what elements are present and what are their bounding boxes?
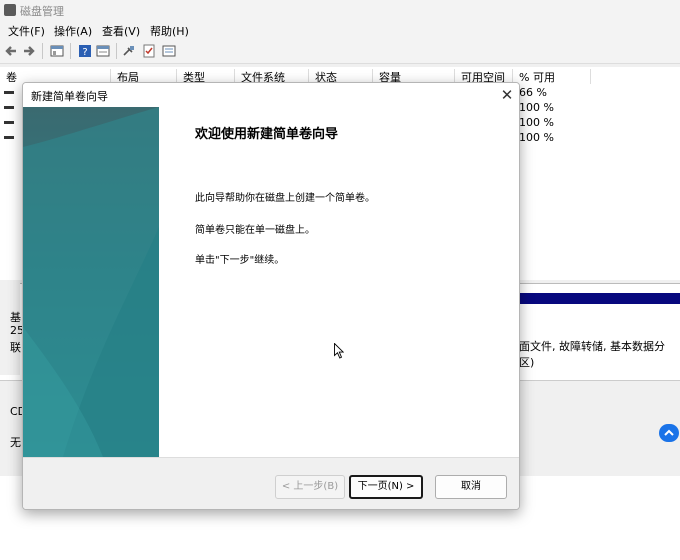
- checklist-icon[interactable]: [142, 44, 156, 58]
- column-percent-free[interactable]: % 可用: [512, 69, 555, 84]
- scroll-up-button[interactable]: [659, 424, 679, 442]
- toolbar-separator: [116, 43, 117, 59]
- previous-button[interactable]: < 上一步(B): [275, 475, 345, 499]
- toolbar: ?: [0, 39, 680, 64]
- wizard-content-panel: [161, 107, 517, 457]
- svg-text:?: ?: [82, 47, 87, 58]
- volume-icon: [4, 106, 14, 109]
- disk0-type-label: 基: [10, 311, 21, 324]
- new-simple-volume-wizard-dialog: 新建简单卷向导 ✕ 欢迎使用新建简单卷向导 此向导帮助你在磁盘上创建一个简单卷。…: [22, 82, 520, 510]
- dialog-title: 新建简单卷向导: [31, 90, 108, 103]
- forward-arrow-icon[interactable]: [22, 44, 36, 58]
- toolbar-separator: [70, 43, 71, 59]
- volume-pct-free: 100 %: [519, 131, 554, 144]
- menu-action[interactable]: 操作(A): [54, 23, 92, 39]
- disk-management-app-icon: [4, 4, 16, 16]
- wizard-paragraph-3: 单击"下一步"继续。: [195, 255, 285, 266]
- volume-pct-free: 100 %: [519, 116, 554, 129]
- main-window-titlebar: 磁盘管理: [0, 0, 680, 20]
- window-title: 磁盘管理: [20, 5, 64, 18]
- wizard-heading: 欢迎使用新建简单卷向导: [195, 127, 339, 142]
- menu-view[interactable]: 查看(V): [102, 23, 140, 39]
- volume-pct-free: 66 %: [519, 86, 547, 99]
- menu-bar: 文件(F) 操作(A) 查看(V) 帮助(H): [0, 20, 680, 39]
- wizard-paragraph-1: 此向导帮助你在磁盘上创建一个简单卷。: [195, 193, 375, 204]
- partition-color-bar: [519, 293, 680, 304]
- column-spacer: [590, 69, 597, 84]
- wizard-banner-image: [23, 107, 159, 457]
- mouse-cursor-icon: [334, 343, 344, 359]
- list-view-icon[interactable]: [162, 44, 176, 58]
- disk0-status-label: 联: [10, 341, 21, 354]
- connect-icon[interactable]: [122, 44, 136, 58]
- properties-icon[interactable]: [96, 44, 110, 58]
- close-icon[interactable]: ✕: [497, 85, 517, 105]
- volume-icon: [4, 121, 14, 124]
- partition-description[interactable]: 面文件, 故障转储, 基本数据分区): [519, 338, 680, 370]
- next-button[interactable]: 下一页(N) >: [349, 475, 423, 499]
- toolbar-separator: [42, 43, 43, 59]
- banner-wave-graphic: [23, 107, 159, 457]
- cdrom-no-media-label: 无: [10, 436, 21, 449]
- volume-icon: [4, 136, 14, 139]
- column-volume[interactable]: 卷: [0, 69, 17, 84]
- console-tree-icon[interactable]: [50, 44, 64, 58]
- volume-pct-free: 100 %: [519, 101, 554, 114]
- menu-help[interactable]: 帮助(H): [150, 23, 189, 39]
- back-arrow-icon[interactable]: [4, 44, 18, 58]
- wizard-paragraph-2: 简单卷只能在单一磁盘上。: [195, 225, 315, 236]
- cancel-button[interactable]: 取消: [435, 475, 507, 499]
- volume-icon: [4, 91, 14, 94]
- dialog-titlebar: 新建简单卷向导 ✕: [23, 83, 519, 107]
- help-icon[interactable]: ?: [78, 44, 92, 58]
- chevron-up-icon: [664, 429, 674, 436]
- menu-file[interactable]: 文件(F): [8, 23, 45, 39]
